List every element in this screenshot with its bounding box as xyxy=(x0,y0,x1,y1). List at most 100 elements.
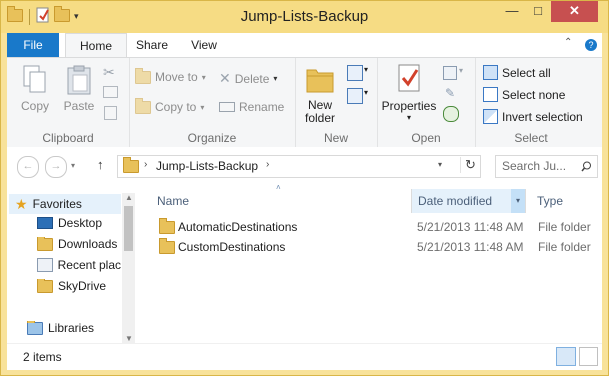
chevron-down-icon: ▾ xyxy=(200,102,205,112)
chevron-right-icon[interactable]: › xyxy=(266,159,269,170)
column-header-type[interactable]: Type xyxy=(537,189,597,213)
file-type: File folder xyxy=(538,240,591,254)
copy-button[interactable]: Copy xyxy=(13,64,57,113)
rename-button[interactable]: Rename xyxy=(219,100,284,114)
rename-icon xyxy=(219,102,235,112)
close-button[interactable]: ✕ xyxy=(551,1,598,22)
open-group: Properties ▾ ▾ ✎ Open xyxy=(377,58,476,148)
new-folder-icon xyxy=(306,69,334,93)
nav-desktop-label: Desktop xyxy=(58,216,103,230)
nav-downloads-label: Downloads xyxy=(58,237,118,251)
paste-icon xyxy=(67,65,91,95)
search-icon xyxy=(581,161,591,172)
breadcrumb-segment[interactable]: Jump-Lists-Backup xyxy=(156,159,258,173)
nav-downloads[interactable]: Downloads xyxy=(37,237,121,251)
favorites-label: Favorites xyxy=(32,197,82,211)
select-all-button[interactable]: Select all xyxy=(483,65,551,80)
copy-label: Copy xyxy=(20,99,49,113)
open-icon[interactable] xyxy=(443,66,457,80)
star-icon: ★ xyxy=(15,195,28,212)
ribbon-tabs: File Home Share View ⌃ ? xyxy=(7,33,602,58)
help-icon[interactable]: ? xyxy=(585,39,597,51)
up-arrow-icon[interactable]: ↑ xyxy=(97,157,104,172)
chevron-down-icon[interactable]: ▾ xyxy=(364,65,368,74)
select-none-label: Select none xyxy=(502,87,566,102)
search-input[interactable]: Search Ju... xyxy=(495,155,598,178)
minimize-button[interactable]: — xyxy=(499,1,525,22)
file-name: CustomDestinations xyxy=(178,240,286,254)
refresh-icon[interactable]: ↻ xyxy=(460,157,476,173)
select-none-button[interactable]: Select none xyxy=(483,87,565,102)
downloads-folder-icon xyxy=(37,237,53,251)
nav-scrollbar[interactable]: ▲ ▼ xyxy=(122,193,135,343)
move-to-button[interactable]: Move to ▾ xyxy=(135,67,206,84)
ribbon: Copy Paste ✂ Clipboard Move to ▾ Copy to… xyxy=(7,57,602,149)
delete-icon: ✕ xyxy=(219,70,231,86)
tab-share[interactable]: Share xyxy=(129,33,175,57)
chevron-right-icon[interactable]: › xyxy=(144,159,147,170)
skydrive-folder-icon xyxy=(37,279,53,293)
chevron-up-icon[interactable]: ▲ xyxy=(125,193,133,202)
large-icons-view-icon[interactable] xyxy=(579,347,598,366)
item-count: 2 items xyxy=(23,350,62,364)
select-group: Select all Select none Invert selection … xyxy=(475,58,587,148)
cut-icon[interactable]: ✂ xyxy=(103,64,115,81)
tab-home[interactable]: Home xyxy=(65,33,127,58)
file-date: 5/21/2013 11:48 AM xyxy=(417,240,524,254)
tab-file[interactable]: File xyxy=(7,33,59,57)
column-header-name[interactable]: Name xyxy=(157,189,405,213)
maximize-button[interactable]: □ xyxy=(525,1,551,22)
nav-desktop[interactable]: Desktop xyxy=(37,216,121,230)
select-none-icon xyxy=(483,87,498,102)
table-row[interactable]: AutomaticDestinations 5/21/2013 11:48 AM… xyxy=(135,217,602,237)
select-all-icon xyxy=(483,65,498,80)
delete-label: Delete xyxy=(234,71,270,86)
organize-group-label: Organize xyxy=(187,131,237,145)
copy-to-icon xyxy=(135,97,151,114)
nav-skydrive[interactable]: SkyDrive xyxy=(37,279,121,293)
back-button[interactable]: ← xyxy=(17,156,39,178)
nav-skydrive-label: SkyDrive xyxy=(58,279,107,293)
column-filter-dropdown-icon[interactable]: ▾ xyxy=(511,189,525,213)
address-bar[interactable]: › Jump-Lists-Backup › ▾ ↻ xyxy=(117,155,481,178)
history-icon[interactable] xyxy=(443,106,459,122)
paste-button[interactable]: Paste xyxy=(57,64,101,113)
copy-path-icon[interactable] xyxy=(103,86,118,98)
forward-button[interactable]: → xyxy=(45,156,67,178)
new-folder-button[interactable]: New folder xyxy=(299,62,341,125)
chevron-down-icon[interactable]: ▾ xyxy=(364,88,368,97)
copy-to-button[interactable]: Copy to ▾ xyxy=(135,97,205,114)
properties-button[interactable]: Properties ▾ xyxy=(379,62,439,123)
nav-recent-places[interactable]: Recent plac xyxy=(37,258,121,272)
clipboard-group-label: Clipboard xyxy=(42,131,94,145)
easy-access-icon[interactable] xyxy=(347,88,363,104)
scrollbar-thumb[interactable] xyxy=(124,206,133,251)
nav-favorites[interactable]: ★ Favorites xyxy=(9,194,121,214)
paste-shortcut-icon[interactable] xyxy=(104,106,117,120)
file-name: AutomaticDestinations xyxy=(178,220,298,234)
arrow-right-icon: → xyxy=(50,160,62,172)
select-all-label: Select all xyxy=(502,65,551,80)
table-row[interactable]: CustomDestinations 5/21/2013 11:48 AM Fi… xyxy=(135,237,602,257)
file-list: ˄ Name Date modified ▾ Type AutomaticDes… xyxy=(135,183,602,343)
invert-selection-button[interactable]: Invert selection xyxy=(483,109,583,124)
tab-view[interactable]: View xyxy=(182,33,226,57)
chevron-down-icon[interactable]: ▾ xyxy=(459,66,463,75)
chevron-down-icon: ▾ xyxy=(273,74,278,83)
chevron-down-icon: ▾ xyxy=(201,72,206,82)
chevron-up-icon[interactable]: ⌃ xyxy=(564,37,572,48)
delete-button[interactable]: ✕ Delete ▾ xyxy=(219,70,277,87)
recent-locations-icon[interactable]: ▾ xyxy=(71,161,75,170)
new-item-icon[interactable] xyxy=(347,65,363,81)
copy-icon xyxy=(23,65,46,93)
address-dropdown-icon[interactable]: ▾ xyxy=(438,160,442,169)
nav-libraries[interactable]: Libraries xyxy=(27,321,121,335)
chevron-down-icon[interactable]: ▼ xyxy=(125,334,133,343)
recent-places-icon xyxy=(37,258,53,272)
edit-icon[interactable]: ✎ xyxy=(445,86,455,100)
open-group-label: Open xyxy=(411,131,441,145)
new-group: New folder ▾ ▾ New xyxy=(295,58,378,148)
details-view-icon[interactable] xyxy=(556,347,576,366)
column-header-date-modified[interactable]: Date modified ▾ xyxy=(411,189,526,213)
nav-recent-label: Recent plac xyxy=(57,258,121,272)
